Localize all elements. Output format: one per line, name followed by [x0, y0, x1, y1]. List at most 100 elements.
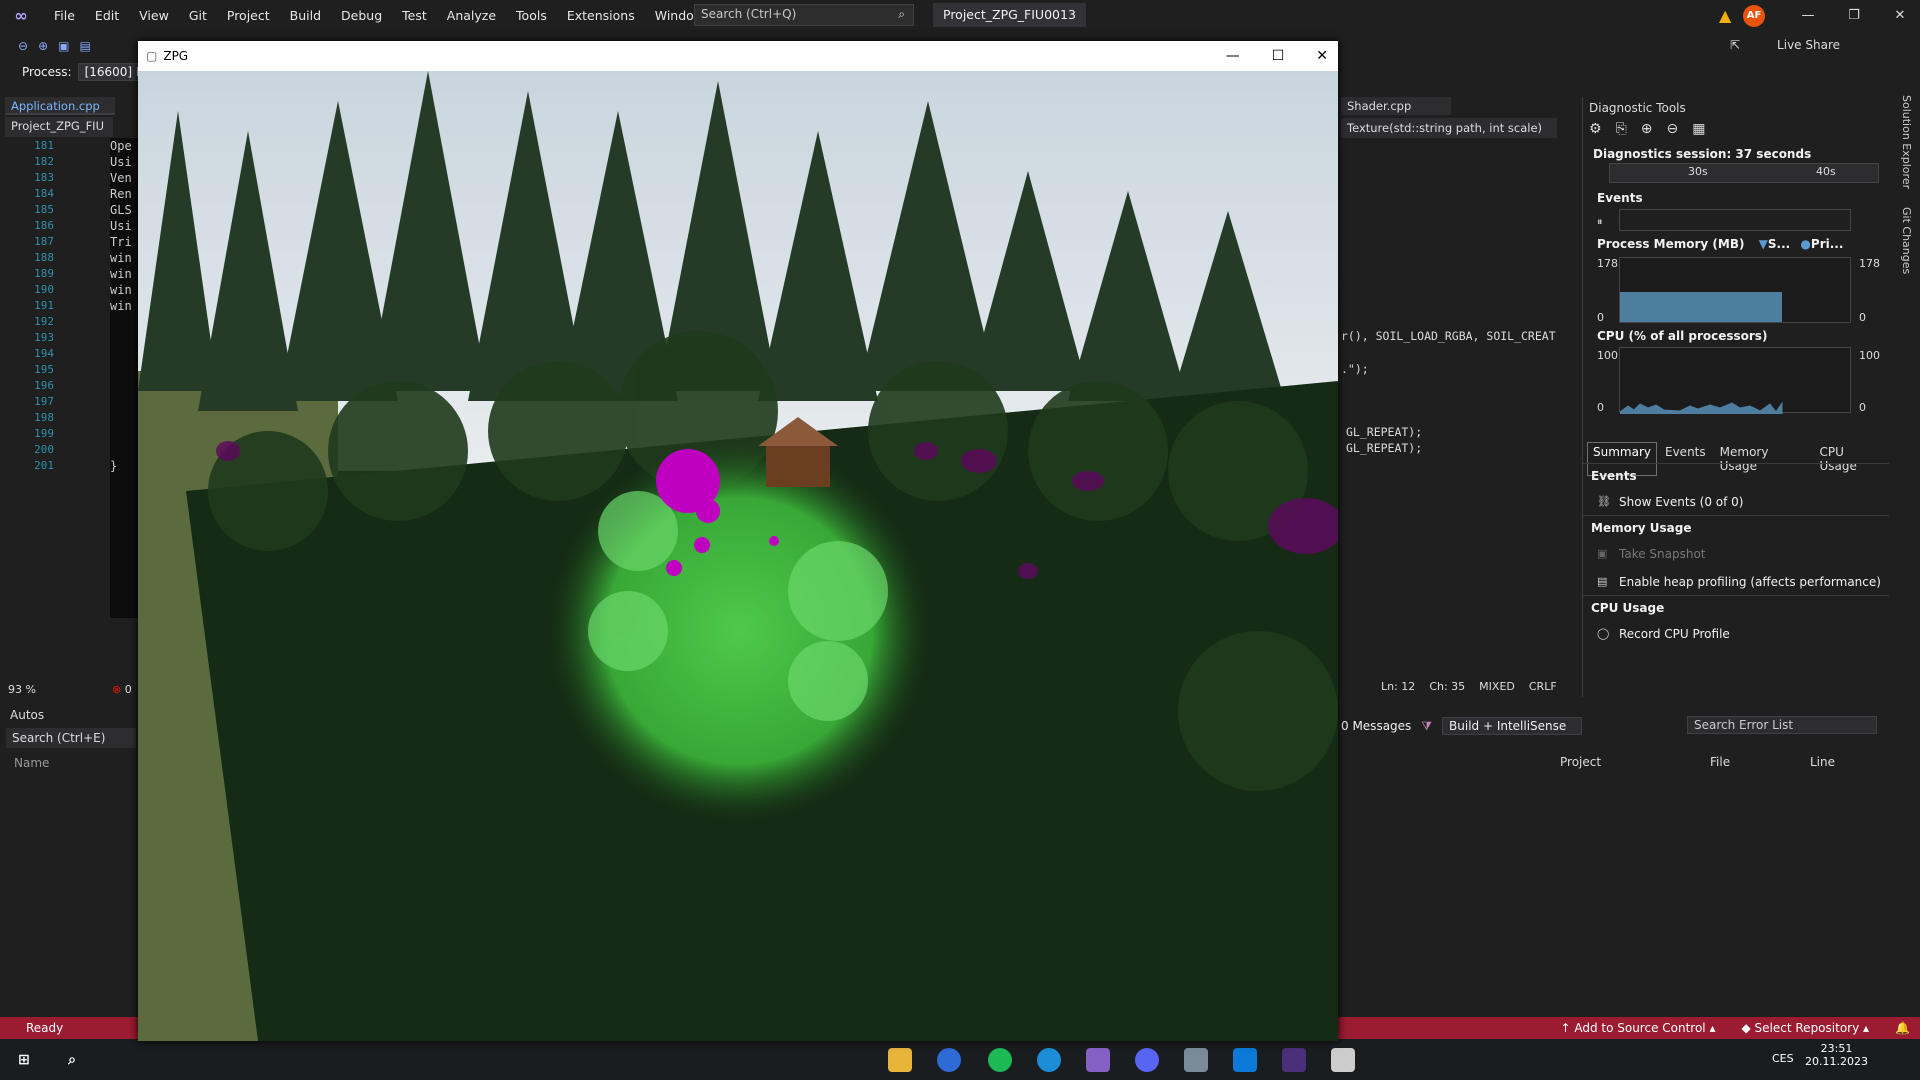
file-explorer-icon[interactable]: [888, 1048, 912, 1072]
discord-icon[interactable]: [1135, 1048, 1159, 1072]
line-number: 189: [34, 267, 54, 280]
export-icon[interactable]: ⎘: [1616, 121, 1627, 137]
visual-studio-icon[interactable]: [1086, 1048, 1110, 1072]
code-editor-left[interactable]: Ope Usi Ven Ren GLS Usi Tri win win win win}: [110, 138, 140, 618]
3d-scene-viewport[interactable]: [138, 71, 1338, 1041]
search-icon[interactable]: ⌕: [60, 1048, 84, 1072]
error-count[interactable]: ⊗ 0: [112, 683, 132, 696]
zoom-level[interactable]: 93 %: [8, 683, 36, 696]
pause-events-icon[interactable]: ⏸: [1597, 215, 1603, 229]
menu-git[interactable]: Git: [179, 0, 217, 31]
open-folder-icon[interactable]: ▤: [79, 39, 90, 53]
tab-cpu-usage[interactable]: CPU Usage: [1813, 442, 1888, 476]
zoom-out-icon[interactable]: ⊖: [1667, 121, 1679, 137]
menu-debug[interactable]: Debug: [331, 0, 392, 31]
memory-section-title[interactable]: Process Memory (MB) ▼S... ●Pri...: [1597, 237, 1867, 251]
cpu-section-title[interactable]: CPU (% of all processors): [1597, 329, 1767, 343]
messages-filter[interactable]: 0 Messages: [1341, 719, 1411, 733]
reset-zoom-icon[interactable]: ▦: [1692, 121, 1705, 137]
select-repository-button[interactable]: ◆ Select Repository ▴: [1742, 1021, 1870, 1035]
line-indicator[interactable]: Ln: 12: [1381, 680, 1415, 696]
tab-application-cpp[interactable]: Application.cpp: [5, 97, 115, 115]
live-share-icon[interactable]: ⇱: [1730, 38, 1740, 52]
code-line: GLS: [110, 203, 132, 217]
code-line: Tri: [110, 235, 132, 249]
spotify-icon[interactable]: [988, 1048, 1012, 1072]
menu-analyze[interactable]: Analyze: [437, 0, 506, 31]
notifications-icon[interactable]: 🔔: [1895, 1021, 1910, 1035]
edge-icon[interactable]: [1037, 1048, 1061, 1072]
maximize-icon[interactable]: ☐: [1272, 48, 1285, 64]
error-list-search[interactable]: Search Error List: [1687, 716, 1877, 734]
windows-start-icon[interactable]: ⊞: [12, 1048, 36, 1072]
zpg-titlebar[interactable]: ▢ ZPG — ☐ ✕: [138, 41, 1338, 71]
column-project[interactable]: Project: [1560, 755, 1710, 769]
zoom-in-icon[interactable]: ⊕: [1641, 121, 1653, 137]
line-number: 194: [34, 347, 54, 360]
minimize-icon[interactable]: —: [1226, 48, 1240, 64]
new-item-icon[interactable]: ▣: [58, 39, 69, 53]
line-number: 193: [34, 331, 54, 344]
project-title[interactable]: Project_ZPG_FIU0013: [933, 3, 1086, 27]
close-icon[interactable]: ✕: [1316, 48, 1328, 64]
menu-tools[interactable]: Tools: [506, 0, 557, 31]
zpg-window[interactable]: ▢ ZPG — ☐ ✕: [138, 41, 1338, 1041]
take-snapshot-button[interactable]: Take Snapshot: [1619, 547, 1706, 561]
vscode-icon[interactable]: [1233, 1048, 1257, 1072]
whitespace-indicator[interactable]: MIXED: [1479, 680, 1515, 696]
events-track[interactable]: [1619, 209, 1851, 231]
input-language[interactable]: CES: [1772, 1052, 1794, 1065]
line-ending-indicator[interactable]: CRLF: [1529, 680, 1557, 696]
forward-icon[interactable]: ⊕: [38, 39, 48, 53]
tab-events[interactable]: Events: [1659, 442, 1712, 476]
memory-chart[interactable]: [1619, 257, 1851, 323]
autos-search-input[interactable]: Search (Ctrl+E): [6, 728, 136, 748]
add-to-source-control-button[interactable]: ↑ Add to Source Control ▴: [1560, 1021, 1715, 1035]
restore-icon[interactable]: ❐: [1844, 8, 1864, 23]
column-indicator[interactable]: Ch: 35: [1429, 680, 1465, 696]
live-share-button[interactable]: Live Share: [1777, 38, 1840, 52]
app-icon-2[interactable]: [1184, 1048, 1208, 1072]
column-file[interactable]: File: [1710, 755, 1810, 769]
timeline-ruler[interactable]: 30s 40s: [1609, 163, 1879, 183]
code-line: win: [110, 251, 132, 265]
close-icon[interactable]: ✕: [1890, 8, 1910, 23]
warning-icon[interactable]: ▲: [1719, 6, 1731, 25]
avatar[interactable]: AF: [1743, 5, 1765, 27]
system-tray-clock[interactable]: 23:51 20.11.2023: [1805, 1042, 1868, 1068]
settings-icon[interactable]: ⚙: [1589, 121, 1602, 137]
tab-shader-cpp[interactable]: Shader.cpp: [1341, 97, 1451, 115]
project-nav-dropdown[interactable]: Project_ZPG_FIU: [5, 117, 113, 137]
menu-view[interactable]: View: [129, 0, 179, 31]
terminal-icon[interactable]: [1282, 1048, 1306, 1072]
solution-explorer-tab[interactable]: Solution Explorer: [1900, 95, 1913, 189]
build-filter-dropdown[interactable]: Build + IntelliSense: [1442, 717, 1583, 735]
menu-test[interactable]: Test: [392, 0, 437, 31]
menu-project[interactable]: Project: [217, 0, 280, 31]
back-icon[interactable]: ⊖: [18, 39, 28, 53]
git-changes-tab[interactable]: Git Changes: [1900, 207, 1913, 274]
menu-file[interactable]: File: [44, 0, 85, 31]
column-line[interactable]: Line: [1810, 755, 1835, 769]
record-cpu-profile-button[interactable]: Record CPU Profile: [1619, 627, 1730, 641]
line-number: 182: [34, 155, 54, 168]
app-icon[interactable]: [937, 1048, 961, 1072]
code-line: Usi: [110, 219, 132, 233]
search-input[interactable]: Search (Ctrl+Q) ⌕: [694, 4, 914, 26]
visual-studio-logo-icon[interactable]: ∞: [10, 6, 32, 26]
zpg-app-icon[interactable]: [1331, 1048, 1355, 1072]
minimize-icon[interactable]: —: [1798, 8, 1818, 23]
menu-build[interactable]: Build: [280, 0, 331, 31]
events-section-title[interactable]: Events: [1597, 191, 1643, 205]
menu-edit[interactable]: Edit: [85, 0, 129, 31]
menu-extensions[interactable]: Extensions: [557, 0, 645, 31]
autos-column-name[interactable]: Name: [14, 756, 49, 770]
filter-icon[interactable]: ⧩: [1421, 719, 1432, 734]
memory-usage-title: Memory Usage: [1591, 521, 1692, 535]
tab-memory-usage[interactable]: Memory Usage: [1714, 442, 1812, 476]
enable-heap-profiling-button[interactable]: Enable heap profiling (affects performan…: [1619, 575, 1881, 589]
cpu-chart[interactable]: [1619, 347, 1851, 415]
function-nav-dropdown[interactable]: Texture(std::string path, int scale): [1341, 118, 1557, 138]
show-events-link[interactable]: Show Events (0 of 0): [1619, 495, 1743, 509]
